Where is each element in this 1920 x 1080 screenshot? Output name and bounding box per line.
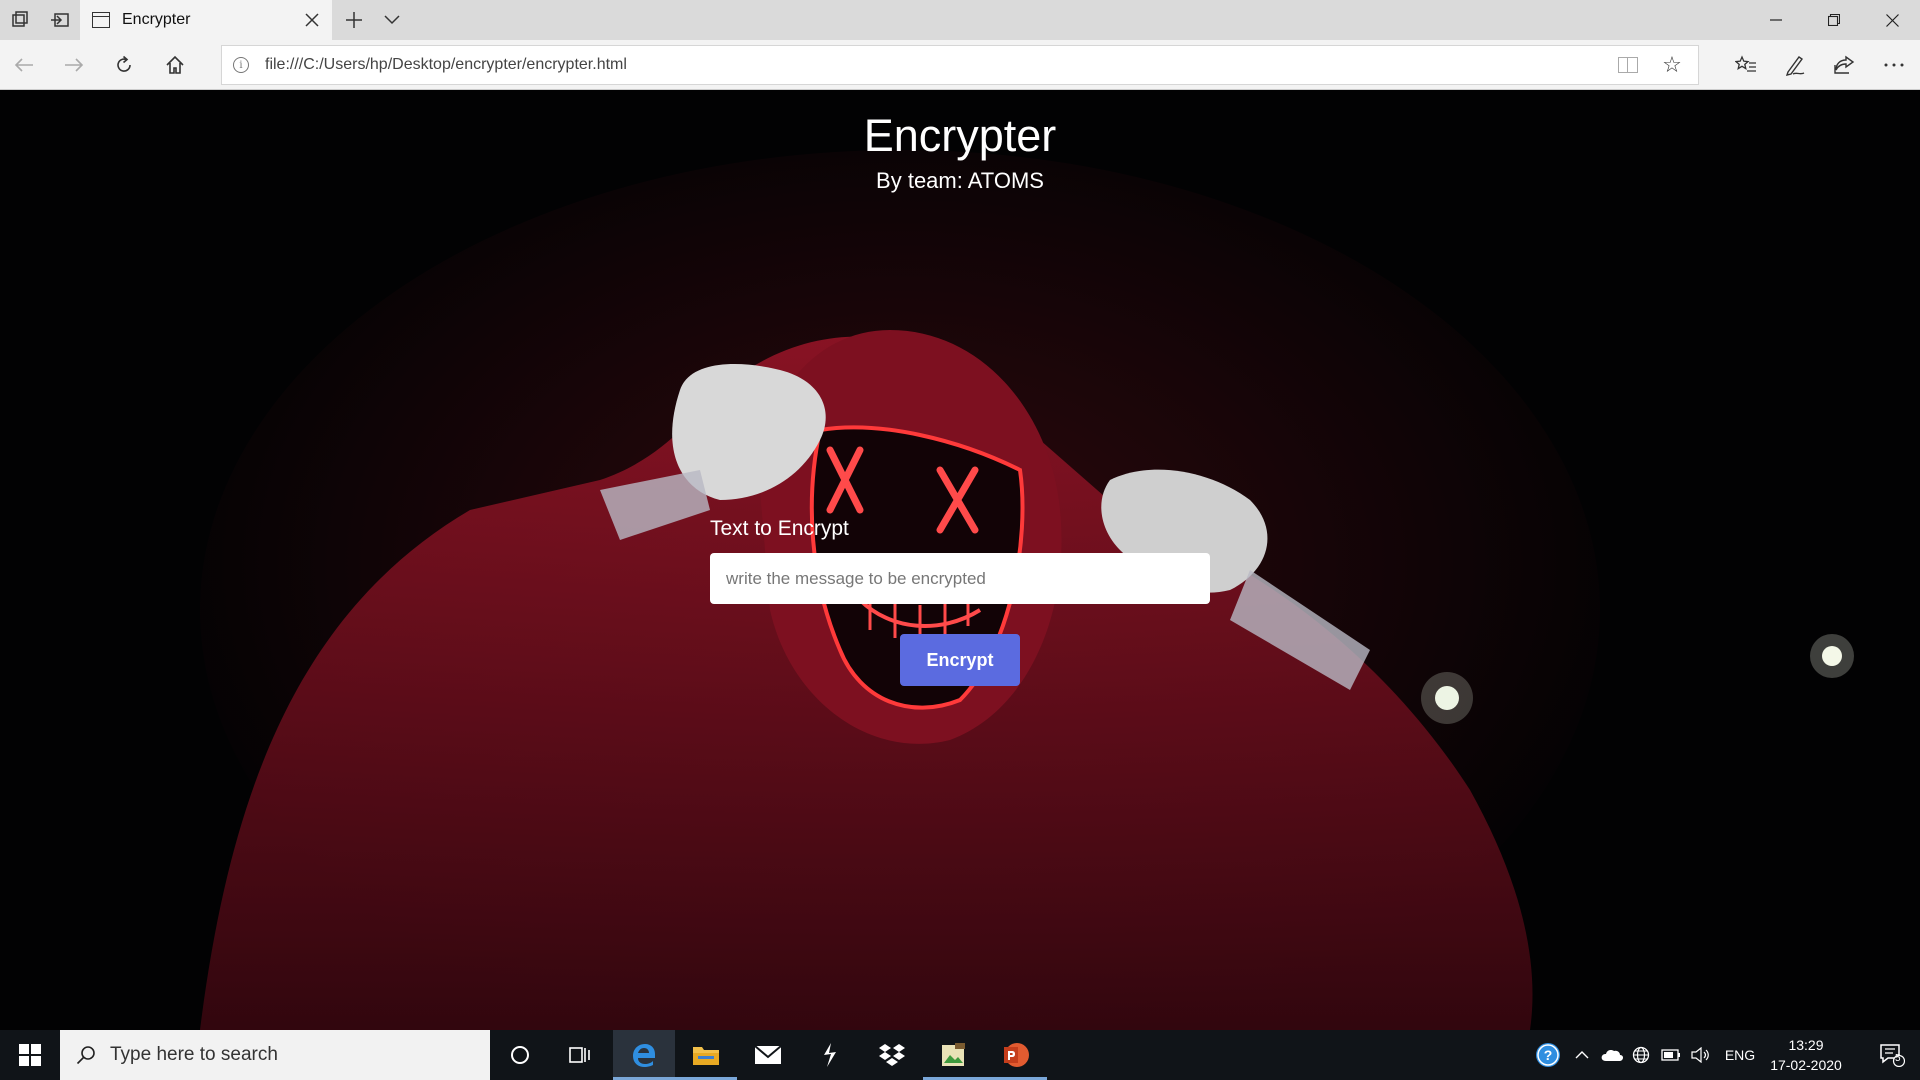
app-icon[interactable] [799,1030,861,1080]
volume-icon[interactable] [1688,1030,1714,1080]
search-icon [76,1045,96,1065]
taskbar-clock[interactable]: 13:29 17-02-2020 [1764,1035,1848,1075]
encrypt-button[interactable]: Encrypt [900,634,1020,686]
restore-tabs-icon[interactable] [48,8,72,32]
battery-icon[interactable] [1658,1030,1684,1080]
restore-window-icon[interactable] [1806,0,1862,40]
language-text: ENG [1724,1047,1756,1063]
more-options-icon[interactable] [1880,51,1908,79]
close-window-icon[interactable] [1864,0,1920,40]
tab-preview-chevron-icon[interactable] [380,8,404,32]
message-input[interactable] [710,553,1210,604]
dropbox-icon[interactable] [861,1030,923,1080]
page-icon [92,12,110,28]
favorite-star-icon[interactable]: ☆ [1660,53,1684,77]
tab-close-icon[interactable] [302,10,322,30]
web-note-pen-icon[interactable] [1781,51,1809,79]
browser-tab-bar: Encrypter [0,0,1920,40]
notification-count-badge: 5 [1895,1053,1901,1064]
taskbar-search-box[interactable]: Type here to search [60,1030,490,1080]
browser-navigation-bar: i file:///C:/Users/hp/Desktop/encrypter/… [0,40,1920,90]
favorites-list-icon[interactable] [1732,51,1760,79]
home-icon[interactable] [161,51,189,79]
page-subtitle: By team: ATOMS [876,168,1044,193]
show-hidden-icons-chevron-icon[interactable] [1570,1030,1594,1080]
clock-date: 17-02-2020 [1770,1057,1842,1073]
image-editor-icon[interactable] [923,1030,985,1080]
tab-title: Encrypter [122,11,191,28]
set-aside-tabs-icon[interactable] [8,8,32,32]
url-text[interactable]: file:///C:/Users/hp/Desktop/encrypter/en… [265,56,1618,74]
windows-start-icon[interactable] [0,1030,60,1080]
text-to-encrypt-label: Text to Encrypt [710,517,849,540]
language-indicator[interactable]: ENG [1720,1030,1760,1080]
reading-view-icon[interactable] [1618,57,1638,73]
back-icon[interactable] [10,51,38,79]
svg-text:?: ? [1544,1047,1553,1063]
search-placeholder: Type here to search [110,1044,278,1065]
mail-icon[interactable] [737,1030,799,1080]
address-bar[interactable]: i file:///C:/Users/hp/Desktop/encrypter/… [221,45,1699,85]
minimize-icon[interactable] [1748,0,1804,40]
network-globe-icon[interactable] [1628,1030,1654,1080]
new-tab-icon[interactable] [342,8,366,32]
forward-icon[interactable] [60,51,88,79]
page-title: Encrypter [863,110,1057,161]
edge-icon[interactable] [613,1030,675,1080]
site-info-icon[interactable]: i [233,57,249,73]
clock-time: 13:29 [1788,1037,1824,1053]
help-icon[interactable]: ? [1534,1030,1562,1080]
file-explorer-icon[interactable] [675,1030,737,1080]
web-page: Encrypter By team: ATOMS Text to Encrypt… [0,90,1920,1030]
windows-taskbar: Type here to search ? ENG 13:29 17-02-20… [0,1030,1920,1080]
refresh-icon[interactable] [110,51,138,79]
browser-tab[interactable]: Encrypter [80,0,332,40]
powerpoint-icon[interactable] [985,1030,1047,1080]
action-center-icon[interactable]: 5 [1864,1030,1920,1080]
cortana-icon[interactable] [495,1030,545,1080]
share-icon[interactable] [1830,51,1858,79]
task-view-icon[interactable] [555,1030,605,1080]
onedrive-sync-icon[interactable] [1598,1030,1626,1080]
